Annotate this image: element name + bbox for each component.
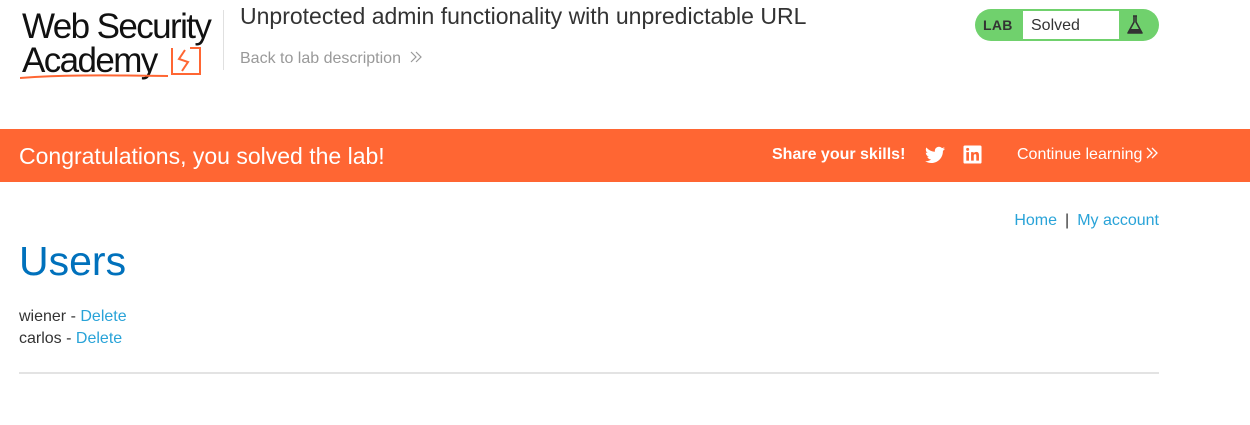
delete-user-link[interactable]: Delete xyxy=(76,330,122,347)
lab-tag: LAB xyxy=(983,17,1013,33)
list-item: carlos - Delete xyxy=(19,328,127,350)
double-chevron-right-icon xyxy=(1146,146,1159,164)
section-divider xyxy=(19,372,1159,374)
logo-bolt-icon xyxy=(171,47,201,75)
lab-solved-banner: Congratulations, you solved the lab! Sha… xyxy=(0,129,1250,182)
top-navigation: Home | My account xyxy=(1014,212,1159,230)
user-list: wiener - Delete carlos - Delete xyxy=(19,306,127,350)
lab-status-text: Solved xyxy=(1031,17,1080,34)
my-account-link[interactable]: My account xyxy=(1077,212,1159,229)
double-chevron-right-icon xyxy=(410,50,422,68)
separator: - xyxy=(66,308,81,325)
web-security-academy-logo[interactable]: Web Security Academy xyxy=(20,8,220,80)
site-header: Web Security Academy Unprotected admin f… xyxy=(0,0,1250,129)
linkedin-icon[interactable] xyxy=(963,145,982,169)
page-title: Users xyxy=(19,238,127,284)
flask-icon xyxy=(1127,15,1143,34)
logo-text-line1: Web Security xyxy=(22,7,212,46)
home-link[interactable]: Home xyxy=(1014,212,1057,229)
username: carlos xyxy=(19,330,62,347)
lab-status-badge: LAB Solved xyxy=(975,9,1159,41)
lab-status-box: Solved xyxy=(1023,11,1119,39)
share-skills-label: Share your skills! xyxy=(772,146,906,163)
continue-learning-link[interactable]: Continue learning xyxy=(1017,146,1159,164)
header-divider xyxy=(223,10,224,70)
list-item: wiener - Delete xyxy=(19,306,127,328)
lab-title: Unprotected admin functionality with unp… xyxy=(240,3,807,29)
back-link-label: Back to lab description xyxy=(240,50,401,67)
nav-separator: | xyxy=(1065,212,1070,229)
continue-learning-label: Continue learning xyxy=(1017,146,1143,163)
separator: - xyxy=(61,330,76,347)
delete-user-link[interactable]: Delete xyxy=(80,308,126,325)
back-to-lab-description-link[interactable]: Back to lab description xyxy=(240,50,422,68)
username: wiener xyxy=(19,308,67,325)
twitter-icon[interactable] xyxy=(925,146,945,169)
congratulations-message: Congratulations, you solved the lab! xyxy=(19,143,385,169)
